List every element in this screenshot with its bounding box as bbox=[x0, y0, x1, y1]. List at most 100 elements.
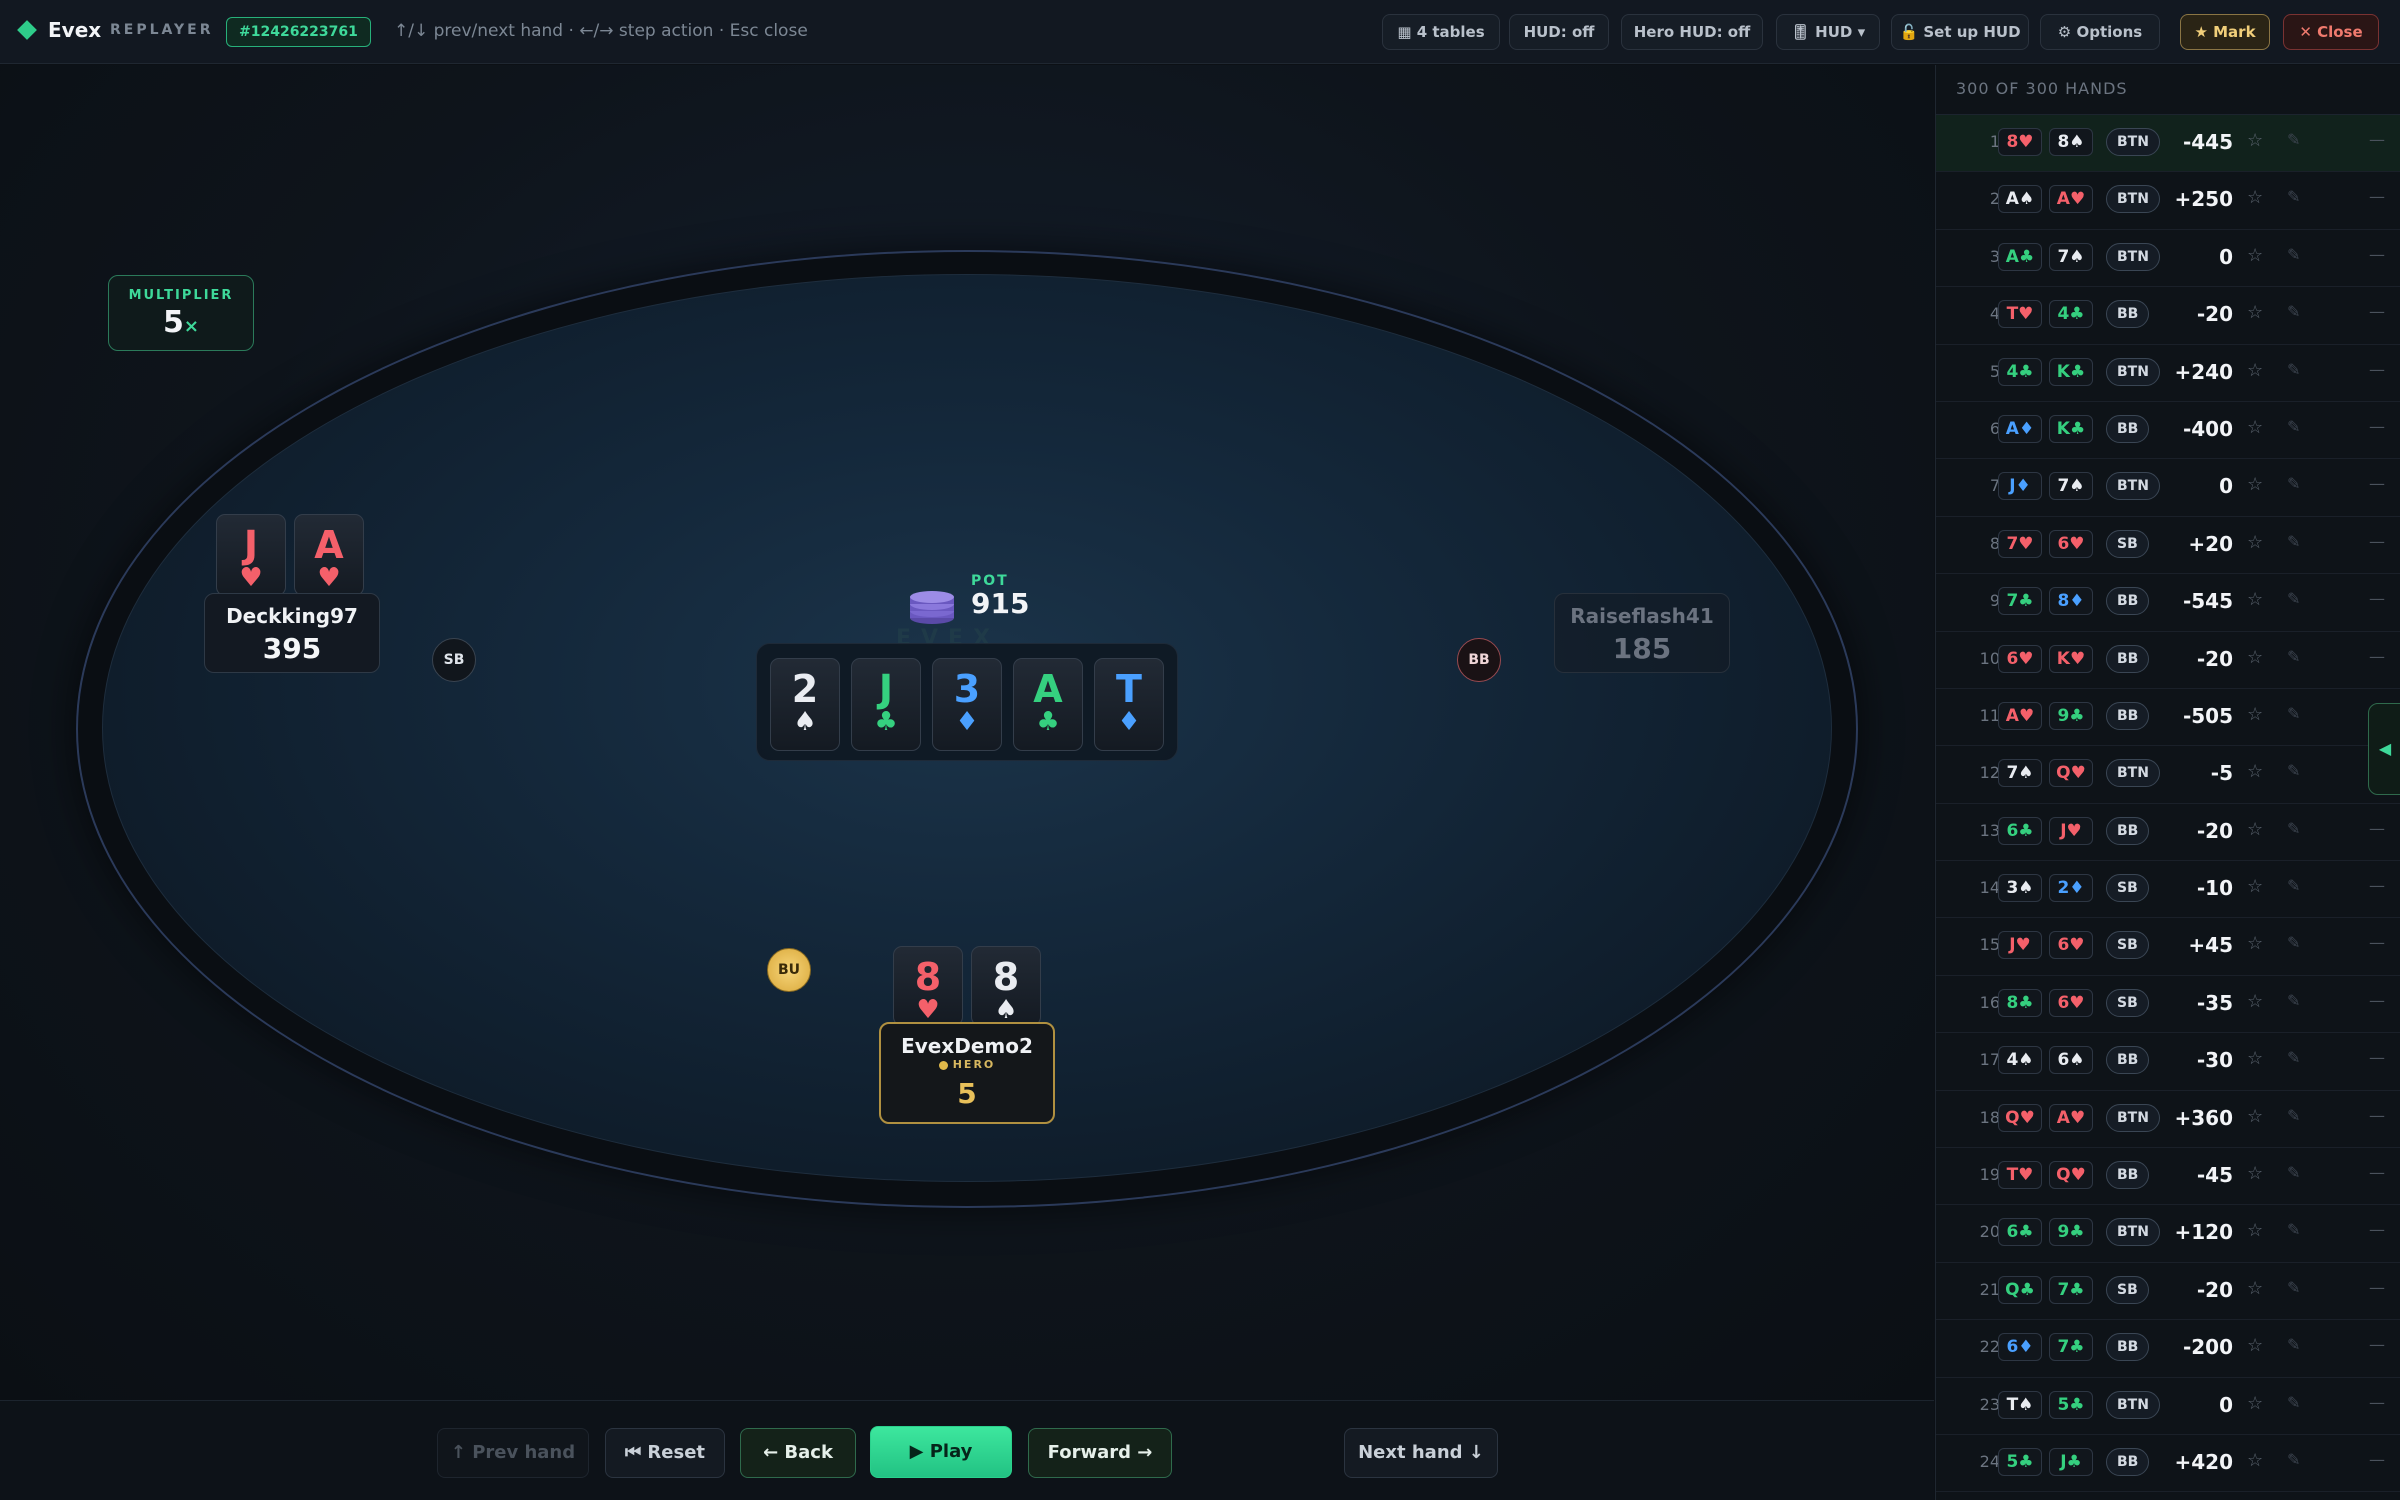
play-button[interactable]: ▶ Play bbox=[870, 1426, 1012, 1478]
hand-row[interactable]: 9 7♣ 8♦ BB -545 ☆ ✎ — bbox=[1936, 574, 2400, 632]
star-icon[interactable]: ☆ bbox=[2247, 1048, 2263, 1069]
edit-icon[interactable]: ✎ bbox=[2287, 704, 2300, 723]
star-icon[interactable]: ☆ bbox=[2247, 245, 2263, 266]
reset-button[interactable]: ⏮ Reset bbox=[605, 1428, 725, 1478]
hand-id-badge[interactable]: #12426223761 bbox=[226, 17, 371, 47]
note-dash: — bbox=[2369, 531, 2385, 551]
star-icon[interactable]: ☆ bbox=[2247, 589, 2263, 610]
star-icon[interactable]: ☆ bbox=[2247, 761, 2263, 782]
edit-icon[interactable]: ✎ bbox=[2287, 1335, 2300, 1354]
edit-icon[interactable]: ✎ bbox=[2287, 474, 2300, 493]
back-button[interactable]: ← Back bbox=[740, 1428, 856, 1478]
hud-toggle-button[interactable]: HUD: off bbox=[1509, 14, 1609, 50]
star-icon[interactable]: ☆ bbox=[2247, 360, 2263, 381]
edit-icon[interactable]: ✎ bbox=[2287, 1278, 2300, 1297]
star-icon[interactable]: ☆ bbox=[2247, 876, 2263, 897]
star-icon[interactable]: ☆ bbox=[2247, 704, 2263, 725]
edit-icon[interactable]: ✎ bbox=[2287, 819, 2300, 838]
hand-row[interactable]: 127♠Q♥BTN-5☆✎— bbox=[1936, 746, 2400, 804]
edit-icon[interactable]: ✎ bbox=[2287, 761, 2300, 780]
star-icon[interactable]: ☆ bbox=[2247, 302, 2263, 323]
hand-row[interactable]: 14 3♠ 2♦ SB -10 ☆ ✎ — bbox=[1936, 861, 2400, 919]
star-icon[interactable]: ☆ bbox=[2247, 130, 2263, 151]
edit-icon[interactable]: ✎ bbox=[2287, 876, 2300, 895]
edit-icon[interactable]: ✎ bbox=[2287, 647, 2300, 666]
hand-row[interactable]: 5 4♣ K♣ BTN +240 ☆ ✎ — bbox=[1936, 345, 2400, 402]
hand-row[interactable]: 16 8♣ 6♥ SB -35 ☆ ✎ — bbox=[1936, 976, 2400, 1034]
edit-icon[interactable]: ✎ bbox=[2287, 130, 2300, 149]
hero-hud-toggle-button[interactable]: Hero HUD: off bbox=[1621, 14, 1763, 50]
position-badge: SB bbox=[2106, 988, 2149, 1017]
hand-row[interactable]: 10 6♥ K♥ BB -20 ☆ ✎ — bbox=[1936, 632, 2400, 689]
hero-stack: 5 bbox=[957, 1077, 977, 1110]
star-icon[interactable]: ☆ bbox=[2247, 474, 2263, 495]
edit-icon[interactable]: ✎ bbox=[2287, 417, 2300, 436]
edit-icon[interactable]: ✎ bbox=[2287, 991, 2300, 1010]
edit-icon[interactable]: ✎ bbox=[2287, 245, 2300, 264]
edit-icon[interactable]: ✎ bbox=[2287, 1450, 2300, 1469]
star-icon[interactable]: ☆ bbox=[2247, 1335, 2263, 1356]
hand-row[interactable]: 15 J♥ 6♥ SB +45 ☆ ✎ — bbox=[1936, 918, 2400, 976]
edit-icon[interactable]: ✎ bbox=[2287, 1163, 2300, 1182]
edit-icon[interactable]: ✎ bbox=[2287, 933, 2300, 952]
seat-hero[interactable]: EvexDemo2 HERO 5 bbox=[879, 1022, 1055, 1124]
hand-row[interactable]: 4 T♥ 4♣ BB -20 ☆ ✎ — bbox=[1936, 287, 2400, 345]
hole-card-1: T♠ bbox=[1998, 1390, 2042, 1419]
star-icon[interactable]: ☆ bbox=[2247, 991, 2263, 1012]
star-icon[interactable]: ☆ bbox=[2247, 187, 2263, 208]
edit-icon[interactable]: ✎ bbox=[2287, 302, 2300, 321]
position-badge: BTN bbox=[2106, 357, 2160, 386]
hand-row[interactable]: 19 T♥ Q♥ BB -45 ☆ ✎ — bbox=[1936, 1148, 2400, 1206]
hand-row[interactable]: 18 Q♥ A♥ BTN +360 ☆ ✎ — bbox=[1936, 1091, 2400, 1149]
hand-row[interactable]: 3 A♣ 7♠ BTN 0 ☆ ✎ — bbox=[1936, 230, 2400, 288]
setup-hud-button[interactable]: 🔓 Set up HUD bbox=[1891, 14, 2029, 50]
hand-row[interactable]: 22 6♦ 7♣ BB -200 ☆ ✎ — bbox=[1936, 1320, 2400, 1378]
star-icon[interactable]: ☆ bbox=[2247, 1163, 2263, 1184]
edit-icon[interactable]: ✎ bbox=[2287, 1393, 2300, 1412]
edit-icon[interactable]: ✎ bbox=[2287, 1048, 2300, 1067]
hole-card-2: Q♥ bbox=[2049, 1161, 2093, 1190]
mark-button[interactable]: ★ Mark bbox=[2180, 14, 2270, 50]
edit-icon[interactable]: ✎ bbox=[2287, 532, 2300, 551]
star-icon[interactable]: ☆ bbox=[2247, 1393, 2263, 1414]
edit-icon[interactable]: ✎ bbox=[2287, 187, 2300, 206]
hand-row[interactable]: 6 A♦ K♣ BB -400 ☆ ✎ — bbox=[1936, 402, 2400, 460]
hud-menu-button[interactable]: 🎚 HUD ▾ bbox=[1776, 14, 1880, 50]
options-button[interactable]: ⚙ Options bbox=[2040, 14, 2160, 50]
star-icon[interactable]: ☆ bbox=[2247, 933, 2263, 954]
star-icon[interactable]: ☆ bbox=[2247, 819, 2263, 840]
seat-left[interactable]: Deckking97 395 bbox=[204, 593, 380, 673]
close-button[interactable]: ✕ Close bbox=[2283, 14, 2379, 50]
hand-row[interactable]: 13 6♣ J♥ BB -20 ☆ ✎ — bbox=[1936, 804, 2400, 862]
tables-button[interactable]: ▦ 4 tables bbox=[1382, 14, 1500, 50]
star-icon[interactable]: ☆ bbox=[2247, 647, 2263, 668]
star-icon[interactable]: ☆ bbox=[2247, 1450, 2263, 1471]
hand-row[interactable]: 24 5♣ J♣ BB +420 ☆ ✎ — bbox=[1936, 1435, 2400, 1493]
note-dash: — bbox=[2369, 244, 2385, 264]
edit-icon[interactable]: ✎ bbox=[2287, 1220, 2300, 1239]
collapse-sidebar-tab[interactable]: ◀ bbox=[2368, 703, 2400, 795]
edit-icon[interactable]: ✎ bbox=[2287, 589, 2300, 608]
hand-row[interactable]: 2 A♠ A♥ BTN +250 ☆ ✎ — bbox=[1936, 172, 2400, 230]
prev-hand-button[interactable]: ↑ Prev hand bbox=[437, 1428, 589, 1478]
hand-row[interactable]: 1 8♥ 8♠ BTN -445 ☆ ✎ — bbox=[1936, 115, 2400, 173]
hand-row[interactable]: 8 7♥ 6♥ SB +20 ☆ ✎ — bbox=[1936, 517, 2400, 575]
hand-row[interactable]: 23 T♠ 5♣ BTN 0 ☆ ✎ — bbox=[1936, 1378, 2400, 1435]
next-hand-button[interactable]: Next hand ↓ bbox=[1344, 1428, 1498, 1478]
edit-icon[interactable]: ✎ bbox=[2287, 360, 2300, 379]
star-icon[interactable]: ☆ bbox=[2247, 417, 2263, 438]
hand-row[interactable]: 11A♥9♣BB-505☆✎— bbox=[1936, 689, 2400, 747]
hole-card-1: 3♠ bbox=[1998, 874, 2042, 903]
note-dash: — bbox=[2369, 818, 2385, 838]
star-icon[interactable]: ☆ bbox=[2247, 1220, 2263, 1241]
seat-right[interactable]: Raiseflash41 185 bbox=[1554, 593, 1730, 673]
star-icon[interactable]: ☆ bbox=[2247, 1278, 2263, 1299]
hand-row[interactable]: 21 Q♣ 7♣ SB -20 ☆ ✎ — bbox=[1936, 1263, 2400, 1321]
star-icon[interactable]: ☆ bbox=[2247, 1106, 2263, 1127]
edit-icon[interactable]: ✎ bbox=[2287, 1106, 2300, 1125]
hand-row[interactable]: 7 J♦ 7♠ BTN 0 ☆ ✎ — bbox=[1936, 459, 2400, 517]
hand-row[interactable]: 20 6♣ 9♣ BTN +120 ☆ ✎ — bbox=[1936, 1205, 2400, 1263]
star-icon[interactable]: ☆ bbox=[2247, 532, 2263, 553]
forward-button[interactable]: Forward → bbox=[1028, 1428, 1172, 1478]
hand-row[interactable]: 17 4♠ 6♠ BB -30 ☆ ✎ — bbox=[1936, 1033, 2400, 1091]
